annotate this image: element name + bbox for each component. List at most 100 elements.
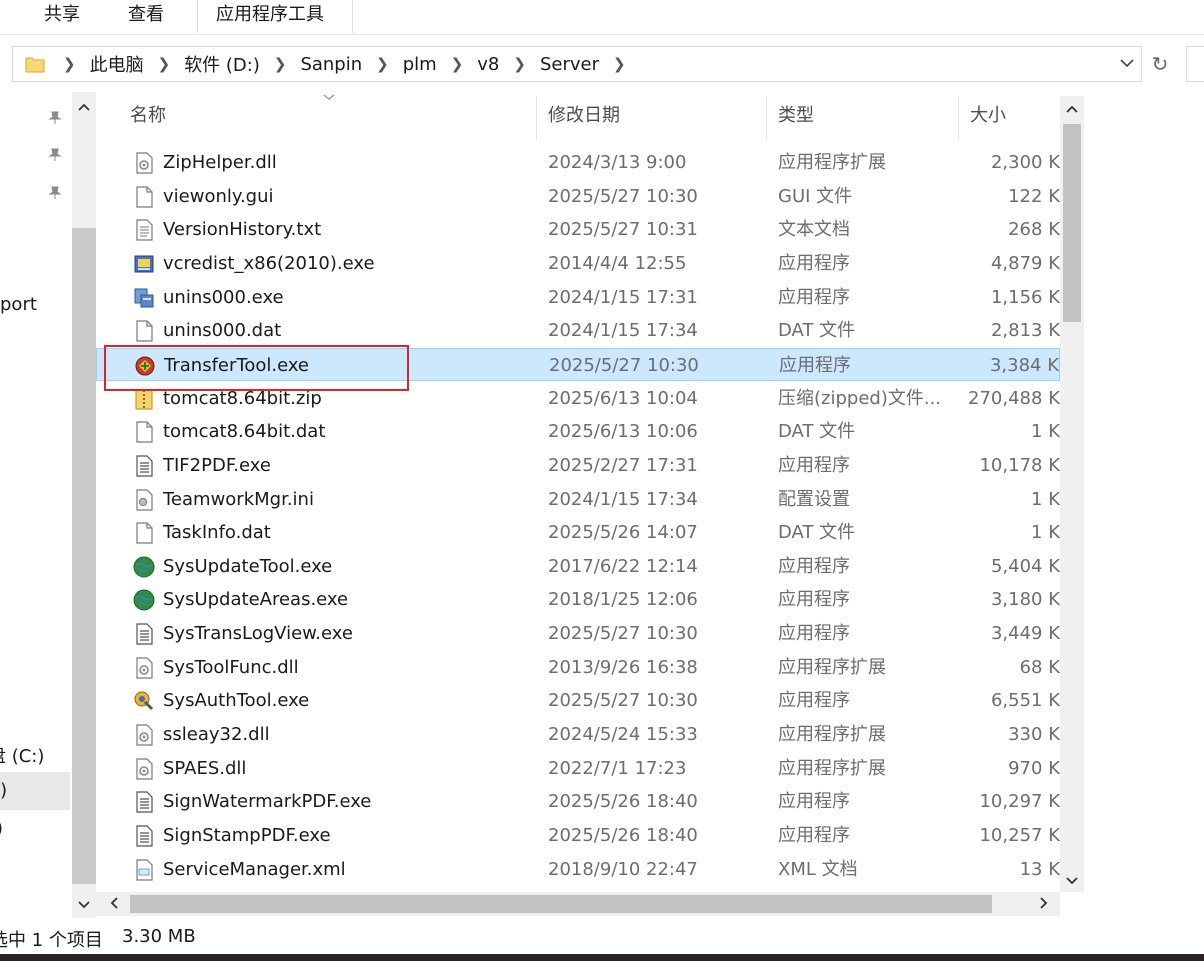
nav-item-drive-c[interactable]: 盘 (C:) (0, 742, 44, 768)
address-bar[interactable]: ❯ 此电脑 ❯ 软件 (D:) ❯ Sanpin ❯ plm ❯ v8 ❯ Se… (12, 46, 1142, 82)
file-modified-date: 2025/5/27 10:30 (548, 690, 698, 712)
scroll-down-icon[interactable] (1060, 872, 1084, 890)
file-modified-date: 2018/9/10 22:47 (548, 858, 698, 880)
pin-icon[interactable] (48, 110, 62, 124)
file-icon (132, 420, 156, 444)
breadcrumb-item[interactable]: 此电脑 (90, 51, 144, 77)
scroll-right-icon[interactable] (1032, 896, 1056, 914)
breadcrumb-item[interactable]: Sanpin (300, 54, 362, 75)
file-row[interactable]: ServiceManager.xml 2018/9/10 22:47 XML 文档 1… (96, 853, 1060, 886)
chevron-right-icon[interactable]: ❯ (613, 55, 626, 73)
file-row[interactable]: SysAuthTool.exe 2025/5/27 10:30 应用程序 6,551 … (96, 684, 1060, 717)
file-size: 4,879 K (990, 252, 1060, 274)
ini-icon (132, 488, 156, 512)
column-divider[interactable] (958, 96, 959, 140)
nav-scrollbar[interactable] (72, 92, 96, 918)
file-row[interactable]: unins000.dat 2024/1/15 17:34 DAT 文件 2,813 K (96, 314, 1060, 347)
nav-item[interactable]: port (0, 294, 37, 315)
column-divider[interactable] (536, 96, 537, 140)
exe-icon (132, 622, 156, 646)
file-modified-date: 2024/1/15 17:34 (548, 488, 698, 510)
sort-chevron-icon (322, 90, 336, 105)
file-name: viewonly.gui (163, 185, 274, 207)
file-row[interactable]: unins000.exe 2024/1/15 17:31 应用程序 1,156 K (96, 281, 1060, 314)
file-row[interactable]: TaskInfo.dat 2025/5/26 14:07 DAT 文件 1 K (96, 516, 1060, 549)
globe-icon (132, 555, 156, 579)
column-header-name[interactable]: 名称 (130, 96, 166, 140)
exe-icon (132, 824, 156, 848)
chevron-right-icon[interactable]: ❯ (451, 55, 464, 73)
scroll-up-icon[interactable] (1060, 100, 1084, 118)
file-size: 3,449 K (990, 623, 1060, 645)
file-list-vertical-scrollbar[interactable] (1060, 96, 1084, 892)
chevron-down-icon[interactable] (1119, 55, 1135, 75)
file-row[interactable]: ZipHelper.dll 2024/3/13 9:00 应用程序扩展 2,300 K (96, 146, 1060, 179)
nav-scroll-thumb[interactable] (72, 228, 96, 884)
file-row[interactable]: SysUpdateTool.exe 2017/6/22 12:14 应用程序 5,40… (96, 550, 1060, 583)
breadcrumb-item[interactable]: v8 (477, 54, 499, 75)
file-name: SignWatermarkPDF.exe (163, 791, 372, 813)
horizontal-scroll-thumb[interactable] (130, 895, 992, 913)
installer-icon (132, 252, 156, 276)
chevron-right-icon[interactable]: ❯ (63, 55, 76, 73)
file-row[interactable]: viewonly.gui 2025/5/27 10:30 GUI 文件 122 K (96, 180, 1060, 213)
refresh-icon[interactable]: ↻ (1146, 48, 1174, 80)
file-size: 10,178 K (979, 454, 1060, 476)
file-name: unins000.dat (163, 320, 282, 342)
breadcrumb: ❯ 此电脑 ❯ 软件 (D:) ❯ Sanpin ❯ plm ❯ v8 ❯ Se… (13, 47, 640, 81)
column-header-type[interactable]: 类型 (778, 96, 814, 140)
file-modified-date: 2025/5/26 18:40 (548, 825, 698, 846)
search-box-edge[interactable] (1186, 46, 1204, 82)
file-name: SysUpdateAreas.exe (163, 589, 349, 611)
file-size: 1 K (1031, 488, 1060, 510)
file-size: 2,813 K (990, 320, 1060, 342)
tab-application-tools[interactable]: 应用程序工具 (216, 0, 324, 33)
pin-icon[interactable] (48, 147, 62, 161)
vertical-scroll-thumb[interactable] (1063, 124, 1081, 322)
file-type: 应用程序 (778, 252, 850, 274)
file-row[interactable]: SysUpdateAreas.exe 2018/1/25 12:06 应用程序 3,1… (96, 583, 1060, 616)
horizontal-scrollbar[interactable] (96, 892, 1060, 916)
breadcrumb-item[interactable]: plm (403, 54, 437, 75)
chevron-right-icon[interactable]: ❯ (274, 55, 287, 73)
column-divider[interactable] (766, 96, 767, 140)
column-header-date[interactable]: 修改日期 (548, 96, 620, 140)
file-row[interactable]: ssleay32.dll 2024/5/24 15:33 应用程序扩展 330 K (96, 718, 1060, 751)
file-row[interactable]: SysToolFunc.dll 2013/9/26 16:38 应用程序扩展 68 K (96, 651, 1060, 684)
file-row[interactable]: SignWatermarkPDF.exe 2025/5/26 18:40 应用程序 1… (96, 785, 1060, 818)
file-modified-date: 2025/5/26 18:40 (548, 791, 698, 813)
file-modified-date: 2025/2/27 17:31 (548, 454, 698, 476)
file-row[interactable]: vcredist_x86(2010).exe 2014/4/4 12:55 应用程序… (96, 247, 1060, 280)
file-type: 应用程序 (778, 589, 850, 611)
file-type: XML 文档 (778, 858, 858, 880)
tab-share[interactable]: 共享 (44, 0, 80, 33)
file-size: 10,257 K (979, 825, 1060, 846)
pin-icon[interactable] (48, 185, 62, 199)
file-modified-date: 2018/1/25 12:06 (548, 589, 698, 611)
tab-view[interactable]: 查看 (128, 0, 164, 33)
navigation-pane: port 盘 (C:) :) ) (0, 92, 96, 918)
scroll-up-icon[interactable] (72, 98, 96, 116)
chevron-right-icon[interactable]: ❯ (513, 55, 526, 73)
scroll-left-icon[interactable] (102, 896, 126, 914)
file-modified-date: 2025/5/27 10:30 (548, 185, 698, 207)
nav-item[interactable]: ) (0, 818, 3, 839)
file-row[interactable]: tomcat8.64bit.dat 2025/6/13 10:06 DAT 文件 1 … (96, 415, 1060, 448)
file-icon (132, 319, 156, 343)
file-row[interactable]: SPAES.dll 2022/7/1 17:23 应用程序扩展 970 K (96, 752, 1060, 785)
chevron-right-icon[interactable]: ❯ (376, 55, 389, 73)
chevron-right-icon[interactable]: ❯ (158, 55, 171, 73)
column-header-size[interactable]: 大小 (970, 96, 1006, 140)
breadcrumb-item[interactable]: 软件 (D:) (184, 51, 260, 77)
file-row[interactable]: VersionHistory.txt 2025/5/27 10:31 文本文档 268… (96, 213, 1060, 246)
scroll-down-icon[interactable] (72, 896, 96, 914)
nav-item-drive-d[interactable]: :) (0, 780, 7, 801)
file-row[interactable]: TIF2PDF.exe 2025/2/27 17:31 应用程序 10,178 K (96, 449, 1060, 482)
file-name: SysUpdateTool.exe (163, 555, 333, 577)
nav-selected-item[interactable] (0, 772, 70, 810)
file-row[interactable]: TeamworkMgr.ini 2024/1/15 17:34 配置设置 1 K (96, 483, 1060, 516)
breadcrumb-item[interactable]: Server (540, 54, 599, 75)
file-row[interactable]: SysTransLogView.exe 2025/5/27 10:30 应用程序 3,… (96, 617, 1060, 650)
file-row[interactable]: SignStampPDF.exe 2025/5/26 18:40 应用程序 10,25… (96, 819, 1060, 852)
file-name: SysTransLogView.exe (163, 623, 353, 645)
